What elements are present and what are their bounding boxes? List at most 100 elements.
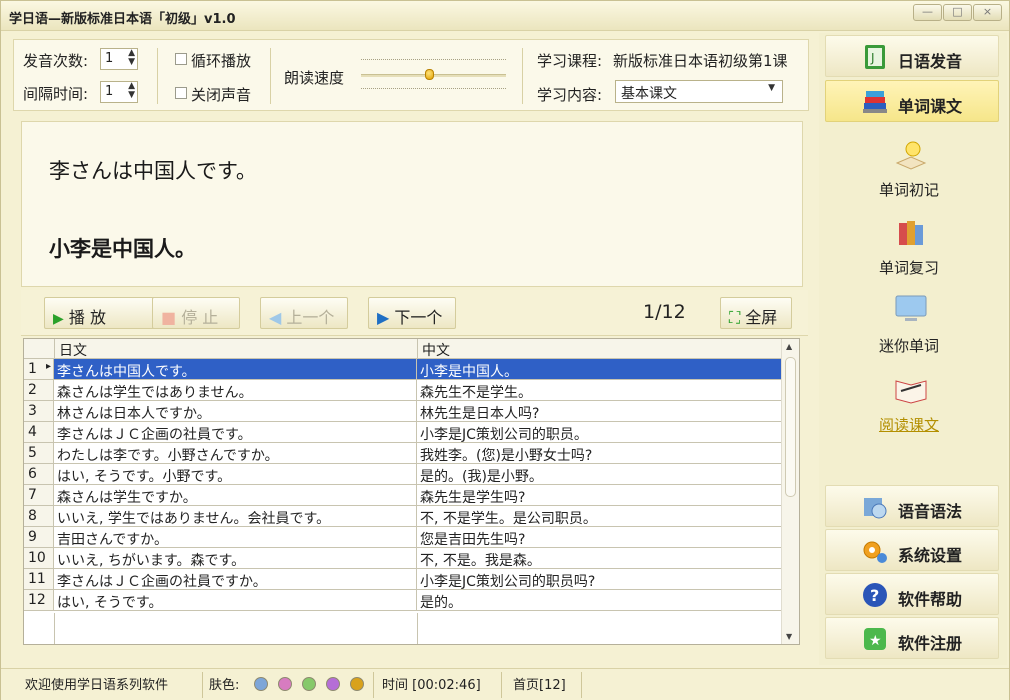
cell-chinese[interactable]: 是的。(我)是小野。 [417,464,781,485]
cell-japanese[interactable]: いいえ, 学生ではありません。会社員です。 [54,506,417,527]
stop-button[interactable]: ■ 停 止 [152,297,240,329]
cell-japanese[interactable]: 吉田さんですか。 [54,527,417,548]
interval-label: 间隔时间: [23,85,89,103]
monitor-icon [895,295,927,321]
stop-icon: ■ [161,308,177,327]
skin-swatch-blue[interactable] [254,677,268,691]
cell-chinese[interactable]: 不, 不是学生。是公司职员。 [417,506,781,527]
column-header-chinese[interactable]: 中文 [417,339,781,359]
cell-chinese[interactable]: 森先生不是学生。 [417,380,781,401]
table-row[interactable]: 9 吉田さんですか。 您是吉田先生吗? [24,527,781,548]
cell-japanese[interactable]: わたしは李です。小野さんですか。 [54,443,417,464]
previous-button[interactable]: ◀ 上一个 [260,297,348,329]
divider [157,48,158,104]
table-row[interactable]: 5 わたしは李です。小野さんですか。 我姓李。(您)是小野女士吗? [24,443,781,464]
cell-japanese[interactable]: 森さんは学生ではありません。 [54,380,417,401]
nav-help[interactable]: ? 软件帮助 [825,573,999,615]
skin-swatch-green[interactable] [302,677,316,691]
mute-checkbox[interactable] [175,87,187,99]
scrollbar-thumb[interactable] [785,357,796,497]
nav-vocab-text-label: 单词课文 [898,97,963,116]
cell-chinese[interactable]: 不, 不是。我是森。 [417,548,781,569]
status-home: 首页[12] [513,678,566,693]
maximize-button[interactable]: □ [943,4,972,21]
table-row[interactable]: 3 林さんは日本人ですか。 林先生是日本人吗? [24,401,781,422]
repeat-count-spinner[interactable]: 1 ▲ ▼ [100,48,138,70]
chinese-sentence: 小李是中国人。 [49,237,196,261]
speed-slider-thumb[interactable] [425,69,434,80]
cell-japanese[interactable]: 李さんはＪＣ企画の社員ですか。 [54,569,417,590]
nav-read-text[interactable]: 阅读课文 [859,414,959,435]
fullscreen-button[interactable]: ⛶ 全屏 [720,297,792,329]
row-number: 3 [24,401,54,422]
skin-swatch-pink[interactable] [278,677,292,691]
next-label: 下一个 [394,308,443,327]
chevron-down-icon[interactable]: ▼ [768,83,775,93]
course-value: 新版标准日本语初级第1课 [613,52,788,70]
cell-chinese[interactable]: 小李是JC策划公司的职员。 [417,422,781,443]
minimize-button[interactable]: — [913,4,942,21]
table-scrollbar[interactable]: ▲ ▼ [781,339,799,644]
cell-chinese[interactable]: 森先生是学生吗? [417,485,781,506]
skin-swatch-gold[interactable] [350,677,364,691]
japanese-sentence: 李さんは中国人です。 [49,159,257,183]
close-button[interactable]: × [973,4,1002,21]
help-icon: ? [863,583,887,607]
cell-chinese[interactable]: 我姓李。(您)是小野女士吗? [417,443,781,464]
nav-mini-words[interactable]: 迷你单词 [859,335,959,356]
nav-grammar-label: 语音语法 [898,502,963,521]
spin-arrows-icon[interactable]: ▲ ▼ [128,82,135,100]
cell-japanese[interactable]: 李さんは中国人です。 [54,359,417,380]
interval-value: 1 [105,84,114,99]
cell-chinese[interactable]: 您是吉田先生吗? [417,527,781,548]
table-row[interactable]: 8 いいえ, 学生ではありません。会社員です。 不, 不是学生。是公司职员。 [24,506,781,527]
scroll-up-icon[interactable]: ▲ [786,342,792,351]
row-number: 5 [24,443,54,464]
content-select[interactable]: 基本课文 ▼ [615,80,783,103]
table-row[interactable]: 11 李さんはＪＣ企画の社員ですか。 小李是JC策划公司的职员吗? [24,569,781,590]
scroll-down-icon[interactable]: ▼ [786,632,792,641]
spin-arrows-icon[interactable]: ▲ ▼ [128,49,135,67]
content-select-value: 基本课文 [621,86,677,102]
nav-vocab-review[interactable]: 单词复习 [859,257,959,278]
cell-chinese[interactable]: 小李是中国人。 [417,359,781,380]
window-title: 学日语—新版标准日本语「初级」v1.0 [9,12,236,27]
table-row[interactable]: 7 森さんは学生ですか。 森先生是学生吗? [24,485,781,506]
loop-label[interactable]: 循环播放 [191,50,251,71]
nav-pronunciation[interactable]: J 日语发音 [825,35,999,77]
table-row[interactable]: 4 李さんはＪＣ企画の社員です。 小李是JC策划公司的职员。 [24,422,781,443]
table-row[interactable]: 10 いいえ, ちがいます。森です。 不, 不是。我是森。 [24,548,781,569]
nav-register[interactable]: ★ 软件注册 [825,617,999,659]
cell-japanese[interactable]: 李さんはＪＣ企画の社員です。 [54,422,417,443]
row-number: 4 [24,422,54,443]
cell-japanese[interactable]: はい, そうです。 [54,590,417,611]
table-row[interactable]: 1李さんは中国人です。小李是中国人。 [24,359,781,380]
register-star-icon: ★ [864,628,886,650]
cell-japanese[interactable]: いいえ, ちがいます。森です。 [54,548,417,569]
interval-spinner[interactable]: 1 ▲ ▼ [100,81,138,103]
next-button[interactable]: ▶ 下一个 [368,297,456,329]
mute-label[interactable]: 关闭声音 [191,84,251,105]
nav-grammar[interactable]: 语音语法 [825,485,999,527]
loop-checkbox[interactable] [175,53,187,65]
row-number: 9 [24,527,54,548]
sentence-display: 李さんは中国人です。 小李是中国人。 [21,121,803,287]
column-header-japanese[interactable]: 日文 [54,339,417,359]
content-label: 学习内容: [537,86,603,104]
cell-japanese[interactable]: はい, そうです。小野です。 [54,464,417,485]
divider [501,672,502,698]
cell-chinese[interactable]: 林先生是日本人吗? [417,401,781,422]
table-row[interactable]: 6 はい, そうです。小野です。 是的。(我)是小野。 [24,464,781,485]
skin-swatch-purple[interactable] [326,677,340,691]
nav-settings[interactable]: 系统设置 [825,529,999,571]
play-button[interactable]: ▶ 播 放 [44,297,160,329]
main-window: 学日语—新版标准日本语「初级」v1.0 — □ × 发音次数: 1 ▲ ▼ 间隔时… [0,0,1010,700]
cell-japanese[interactable]: 森さんは学生ですか。 [54,485,417,506]
nav-vocab-first[interactable]: 单词初记 [859,179,959,200]
cell-japanese[interactable]: 林さんは日本人ですか。 [54,401,417,422]
cell-chinese[interactable]: 是的。 [417,590,781,611]
table-row[interactable]: 12 はい, そうです。 是的。 [24,590,781,611]
cell-chinese[interactable]: 小李是JC策划公司的职员吗? [417,569,781,590]
table-row[interactable]: 2 森さんは学生ではありません。 森先生不是学生。 [24,380,781,401]
nav-vocab-text[interactable]: 单词课文 [825,80,999,122]
